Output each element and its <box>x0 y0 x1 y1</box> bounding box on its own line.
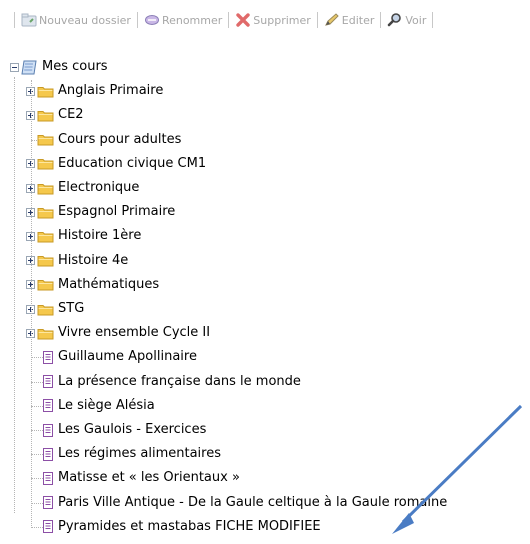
folder-icon <box>35 303 54 316</box>
tree-document-row[interactable]: Les Gaulois - Exercices <box>42 419 206 441</box>
folder-icon <box>35 278 54 291</box>
tree-document-row[interactable]: Pyramides et mastabas FICHE MODIFIEE <box>42 516 321 538</box>
folder-icon <box>35 230 54 243</box>
tree-document-label: Les Gaulois - Exercices <box>58 422 207 437</box>
tree-root[interactable]: Mes cours <box>10 56 108 78</box>
tree-document-label: Paris Ville Antique - De la Gaule celtiq… <box>58 494 448 510</box>
document-icon <box>42 350 54 364</box>
course-tree: Mes cours Anglais Primaire CE2 Cours pour a… <box>0 0 530 544</box>
tree-folder-row[interactable]: CE2 <box>26 104 84 126</box>
tree-document-row[interactable]: Les régimes alimentaires <box>42 443 221 465</box>
document-icon <box>42 399 54 413</box>
document-icon <box>42 375 54 389</box>
document-icon <box>42 447 54 461</box>
tree-folder-label: Histoire 4e <box>58 252 129 268</box>
tree-document-label: Pyramides et mastabas FICHE MODIFIEE <box>58 518 321 534</box>
tree-folder-row[interactable]: Mathématiques <box>26 274 159 296</box>
tree-folder-row[interactable]: Anglais Primaire <box>26 80 163 102</box>
notebook-icon <box>21 60 37 74</box>
folder-icon <box>35 327 54 340</box>
folder-icon <box>35 85 54 98</box>
tree-document-row[interactable]: Guillaume Apollinaire <box>42 346 197 368</box>
tree-connector <box>31 80 32 528</box>
tree-folder-label: Espagnol Primaire <box>58 204 176 220</box>
tree-folder-label: Education civique CM1 <box>58 155 207 171</box>
tree-connector <box>14 77 15 513</box>
folder-icon <box>35 254 54 267</box>
folder-icon <box>35 109 54 122</box>
tree-folder-label: STG <box>58 301 85 316</box>
document-icon <box>42 520 54 534</box>
tree-folder-label: CE2 <box>58 107 84 123</box>
tree-document-label: Matisse et « les Orientaux » <box>58 470 240 486</box>
tree-document-row[interactable]: Matisse et « les Orientaux » <box>42 467 240 489</box>
folder-icon <box>35 182 54 195</box>
tree-folder-row[interactable]: Electronique <box>26 177 139 199</box>
tree-folder-row[interactable]: STG <box>26 298 84 320</box>
tree-document-row[interactable]: Le siège Alésia <box>42 395 155 417</box>
tree-folder-row[interactable]: Education civique CM1 <box>26 153 206 175</box>
tree-document-row[interactable]: La présence française dans le monde <box>42 371 301 393</box>
tree-folder-label: Anglais Primaire <box>58 83 164 99</box>
tree-folder-row[interactable]: Vivre ensemble Cycle II <box>26 322 210 344</box>
tree-folder-label: Vivre ensemble Cycle II <box>58 325 211 341</box>
tree-folder-row[interactable]: Cours pour adultes <box>26 129 181 151</box>
folder-icon <box>35 133 54 146</box>
tree-folder-label: Cours pour adultes <box>58 131 182 147</box>
document-icon <box>42 496 54 510</box>
tree-folder-label: Histoire 1ère <box>58 228 142 244</box>
tree-folder-row[interactable]: Espagnol Primaire <box>26 201 175 223</box>
tree-document-label: Les régimes alimentaires <box>58 446 222 462</box>
folder-icon <box>35 157 54 170</box>
tree-document-label: Guillaume Apollinaire <box>58 349 197 365</box>
tree-root-label: Mes cours <box>42 59 108 74</box>
document-icon <box>42 471 54 485</box>
tree-document-row[interactable]: Paris Ville Antique - De la Gaule celtiq… <box>42 492 447 514</box>
tree-folder-label: Electronique <box>58 180 140 195</box>
collapse-icon[interactable] <box>10 62 19 72</box>
document-icon <box>42 423 54 437</box>
tree-folder-row[interactable]: Histoire 4e <box>26 250 128 272</box>
folder-icon <box>35 206 54 219</box>
tree-folder-label: Mathématiques <box>58 276 160 292</box>
tree-document-label: Le siège Alésia <box>58 397 155 413</box>
tree-folder-row[interactable]: Histoire 1ère <box>26 225 141 247</box>
tree-document-label: La présence française dans le monde <box>58 373 301 389</box>
